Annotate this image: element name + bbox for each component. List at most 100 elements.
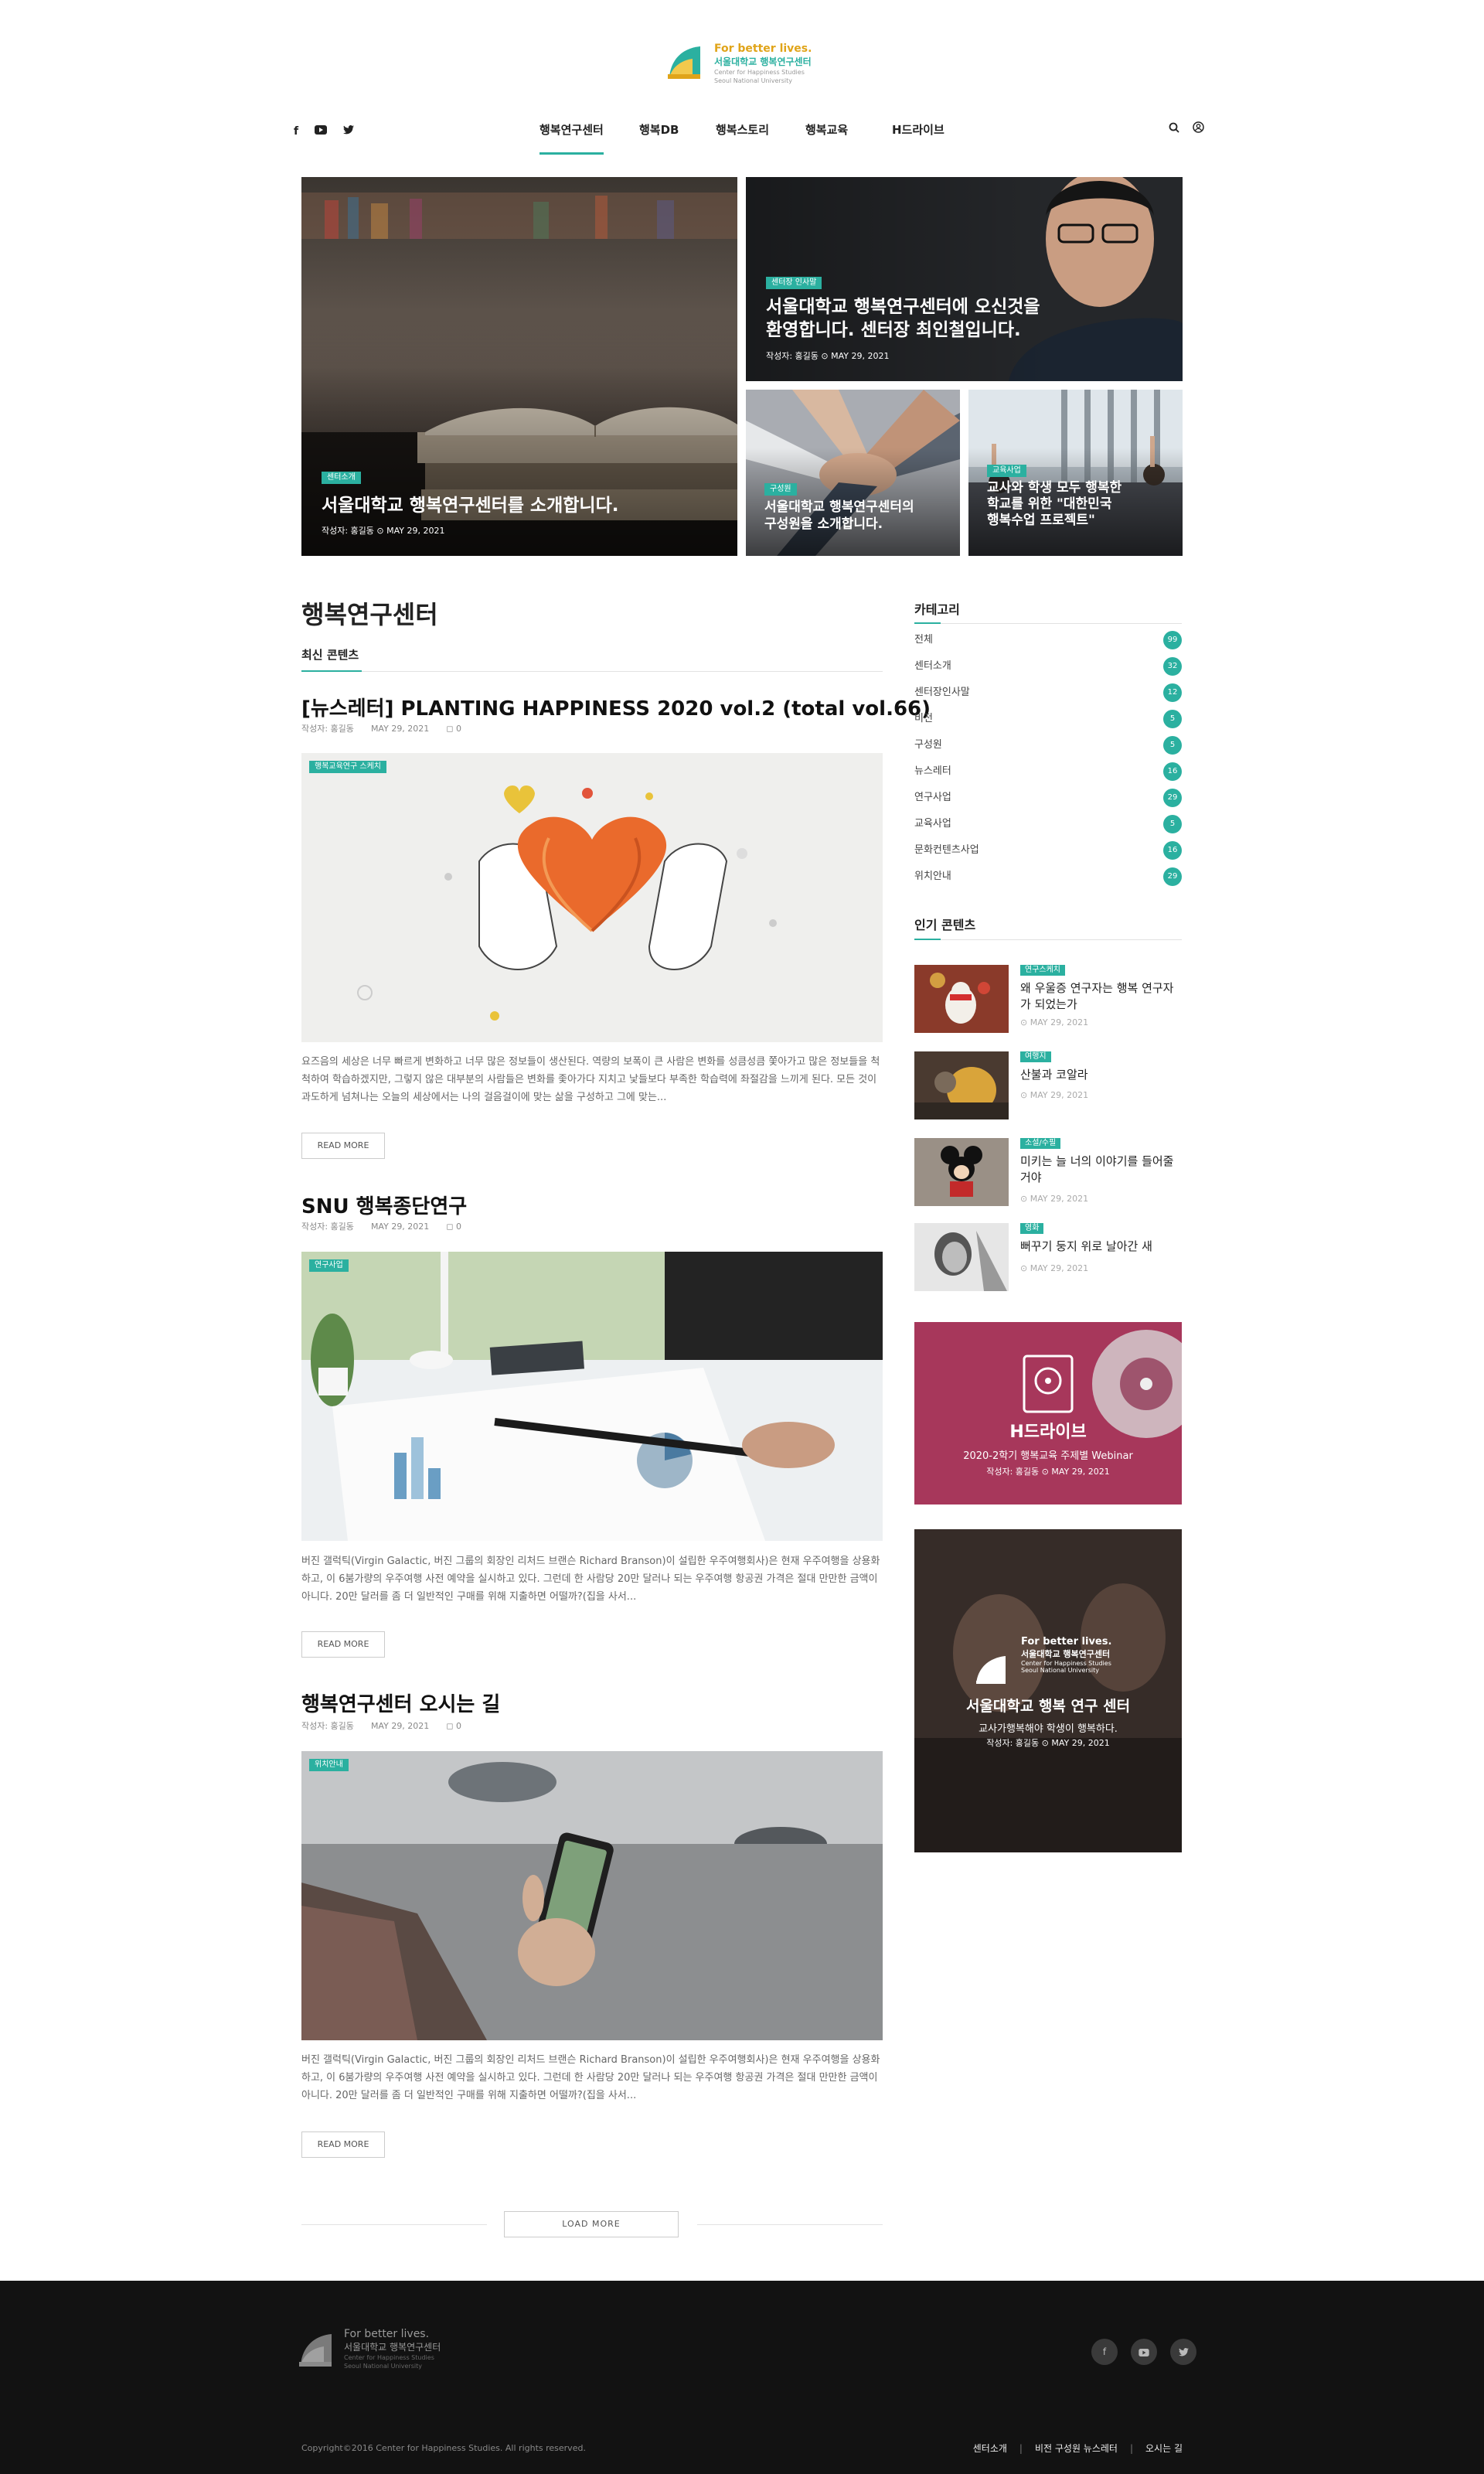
center-promo-banner[interactable]: For better lives. 서울대학교 행복연구센터 Center fo… [914, 1529, 1182, 1852]
hero-bottom-left-title[interactable]: 서울대학교 행복연구센터의 구성원을 소개합니다. [764, 499, 945, 533]
category-count: 16 [1163, 762, 1182, 781]
nav-item-db[interactable]: 행복DB [639, 118, 679, 155]
popular-badge[interactable]: 영화 [1020, 1223, 1044, 1234]
youtube-icon[interactable] [315, 125, 328, 138]
logo-mark-icon [668, 46, 700, 79]
category-item[interactable]: 문화컨텐츠사업 16 [914, 841, 1182, 867]
site-logo[interactable]: For better lives. 서울대학교 행복연구센터 Center fo… [666, 40, 821, 87]
category-item[interactable]: 뉴스레터 16 [914, 762, 1182, 789]
hero-bottom-right-tile[interactable]: 교육사업 교사와 학생 모두 행복한 학교를 위한 "대한민국 행복수업 프로젝트" [968, 390, 1183, 556]
popular-title: 인기 콘텐츠 [914, 918, 976, 932]
promo-subtitle: 교사가행복해야 학생이 행복하다. [979, 1723, 1118, 1735]
footer-youtube-icon[interactable] [1131, 2339, 1158, 2365]
hero-main-tile[interactable]: 센터소개 서울대학교 행복연구센터를 소개합니다. 작성자: 홍길동 ⊙ MAY… [301, 177, 737, 556]
hdrive-banner[interactable]: H드라이브 2020-2학기 행복교육 주제별 Webinar 작성자: 홍길동… [914, 1322, 1182, 1505]
popular-item[interactable]: 영화 뻐꾸기 둥지 위로 날아간 새 ⊙ MAY 29, 2021 [914, 1223, 1182, 1293]
footer-link-center[interactable]: 센터소개 [973, 2443, 1007, 2454]
footer-tagline: For better lives. [344, 2328, 430, 2340]
post-badge[interactable]: 행복교육연구 스케치 [309, 761, 386, 773]
nav-item-story[interactable]: 행복스토리 [716, 118, 769, 155]
logo-en1: Center for Happiness Studies [714, 69, 805, 76]
post-title[interactable]: [뉴스레터] PLANTING HAPPINESS 2020 vol.2 (to… [301, 693, 931, 721]
hero-bottom-right-badge[interactable]: 교육사업 [987, 465, 1026, 477]
hero-main-badge[interactable]: 센터소개 [322, 472, 361, 484]
popular-item[interactable]: 여행지 산불과 코알라 ⊙ MAY 29, 2021 [914, 1051, 1182, 1121]
category-item[interactable]: 센터장인사말 12 [914, 683, 1182, 710]
popular-item[interactable]: 연구스케치 왜 우울증 연구자는 행복 연구자가 되었는가 ⊙ MAY 29, … [914, 965, 1182, 1034]
read-more-button[interactable]: READ MORE [301, 2132, 385, 2158]
category-item[interactable]: 교육사업 5 [914, 815, 1182, 841]
facebook-icon[interactable]: f [294, 125, 298, 138]
nav-item-hdrive[interactable]: H드라이브 [892, 118, 945, 155]
popular-date: ⊙ MAY 29, 2021 [1020, 1017, 1089, 1027]
footer-logo-mark-icon [299, 2334, 332, 2367]
category-item[interactable]: 위치안내 29 [914, 867, 1182, 894]
popular-title[interactable]: 왜 우울증 연구자는 행복 연구자가 되었는가 [1020, 980, 1175, 1013]
hero-bottom-right-title[interactable]: 교사와 학생 모두 행복한 학교를 위한 "대한민국 행복수업 프로젝트" [987, 480, 1167, 529]
category-item[interactable]: 연구사업 29 [914, 789, 1182, 815]
post-title[interactable]: SNU 행복종단연구 [301, 1191, 467, 1219]
popular-title[interactable]: 미키는 늘 너의 이야기를 들어줄 거야 [1020, 1154, 1175, 1186]
hero-main-title[interactable]: 서울대학교 행복연구센터를 소개합니다. [322, 490, 722, 516]
popular-badge[interactable]: 여행지 [1020, 1051, 1051, 1062]
latest-content-label: 최신 콘텐츠 [301, 648, 359, 662]
post-meta: 작성자: 홍길동 MAY 29, 2021 ◻ 0 [301, 1721, 461, 1731]
hero-bottom-left-badge[interactable]: 구성원 [764, 483, 797, 496]
post-excerpt: 요즈음의 세상은 너무 빠르게 변화하고 너무 많은 정보들이 생산된다. 역량… [301, 1056, 880, 1103]
header-social-links: f [294, 123, 366, 138]
hero-top-right-tile[interactable]: 센터장 인사말 서울대학교 행복연구센터에 오신것을 환영합니다. 센터장 최인철… [746, 177, 1183, 381]
popular-title[interactable]: 산불과 코알라 [1020, 1067, 1175, 1083]
category-count: 29 [1163, 867, 1182, 886]
read-more-button[interactable]: READ MORE [301, 1631, 385, 1658]
search-icon[interactable] [1169, 121, 1179, 136]
popular-date: ⊙ MAY 29, 2021 [1020, 1194, 1089, 1204]
nav-item-education[interactable]: 행복교육 [805, 118, 848, 155]
post-image[interactable]: 위치안내 [301, 1751, 883, 2040]
category-count: 99 [1163, 631, 1182, 649]
hero-main-meta: 작성자: 홍길동 ⊙ MAY 29, 2021 [322, 526, 445, 536]
office-desk-photo [301, 1252, 883, 1541]
footer-separator: | [1019, 2443, 1023, 2454]
popular-thumb [914, 1138, 1009, 1206]
footer-name: 서울대학교 행복연구센터 [344, 2342, 441, 2353]
nav-item-center[interactable]: 행복연구센터 [539, 118, 604, 155]
footer-facebook-icon[interactable]: f [1091, 2339, 1118, 2365]
hero-top-right-title[interactable]: 서울대학교 행복연구센터에 오신것을 환영합니다. 센터장 최인철입니다. [766, 295, 1167, 342]
popular-title[interactable]: 뻐꾸기 둥지 위로 날아간 새 [1020, 1239, 1175, 1255]
category-count: 12 [1163, 683, 1182, 702]
categories-title: 카테고리 [914, 602, 960, 617]
post-badge[interactable]: 연구사업 [309, 1259, 349, 1272]
category-item[interactable]: 센터소개 32 [914, 657, 1182, 683]
category-item[interactable]: 구성원 5 [914, 736, 1182, 762]
category-count: 5 [1163, 710, 1182, 728]
footer-twitter-icon[interactable] [1170, 2339, 1197, 2365]
footer-link-directions[interactable]: 오시는 길 [1145, 2443, 1183, 2454]
post-title[interactable]: 행복연구센터 오시는 길 [301, 1689, 500, 1717]
category-count: 5 [1163, 815, 1182, 833]
popular-item[interactable]: 소설/수필 미키는 늘 너의 이야기를 들어줄 거야 ⊙ MAY 29, 202… [914, 1138, 1182, 1208]
category-item[interactable]: 전체 99 [914, 631, 1182, 657]
hero-top-right-badge[interactable]: 센터장 인사말 [766, 277, 822, 289]
hero-top-right-meta: 작성자: 홍길동 ⊙ MAY 29, 2021 [766, 351, 890, 361]
category-item[interactable]: 비전 5 [914, 710, 1182, 736]
twitter-icon[interactable] [343, 125, 355, 138]
popular-badge[interactable]: 소설/수필 [1020, 1138, 1061, 1149]
post-excerpt: 버진 갤럭틱(Virgin Galactic, 버진 그룹의 회장인 리처드 브… [301, 2054, 880, 2101]
post-image[interactable]: 연구사업 [301, 1252, 883, 1541]
logo-en2: Seoul National University [714, 77, 792, 84]
load-more-button[interactable]: LOAD MORE [504, 2211, 679, 2237]
footer-link-vision[interactable]: 비전 구성원 뉴스레터 [1035, 2443, 1118, 2454]
user-icon[interactable] [1193, 121, 1204, 136]
footer-en2: Seoul National University [344, 2363, 422, 2370]
popular-thumb [914, 1223, 1009, 1291]
logo-name: 서울대학교 행복연구센터 [714, 56, 812, 67]
header-actions [1159, 121, 1204, 136]
popular-date: ⊙ MAY 29, 2021 [1020, 1090, 1089, 1100]
post-badge[interactable]: 위치안내 [309, 1759, 349, 1771]
categories-divider [914, 622, 1182, 624]
popular-badge[interactable]: 연구스케치 [1020, 965, 1065, 976]
category-count: 29 [1163, 789, 1182, 807]
post-image[interactable]: 행복교육연구 스케치 [301, 753, 883, 1042]
read-more-button[interactable]: READ MORE [301, 1133, 385, 1159]
hero-bottom-left-tile[interactable]: 구성원 서울대학교 행복연구센터의 구성원을 소개합니다. [746, 390, 960, 556]
